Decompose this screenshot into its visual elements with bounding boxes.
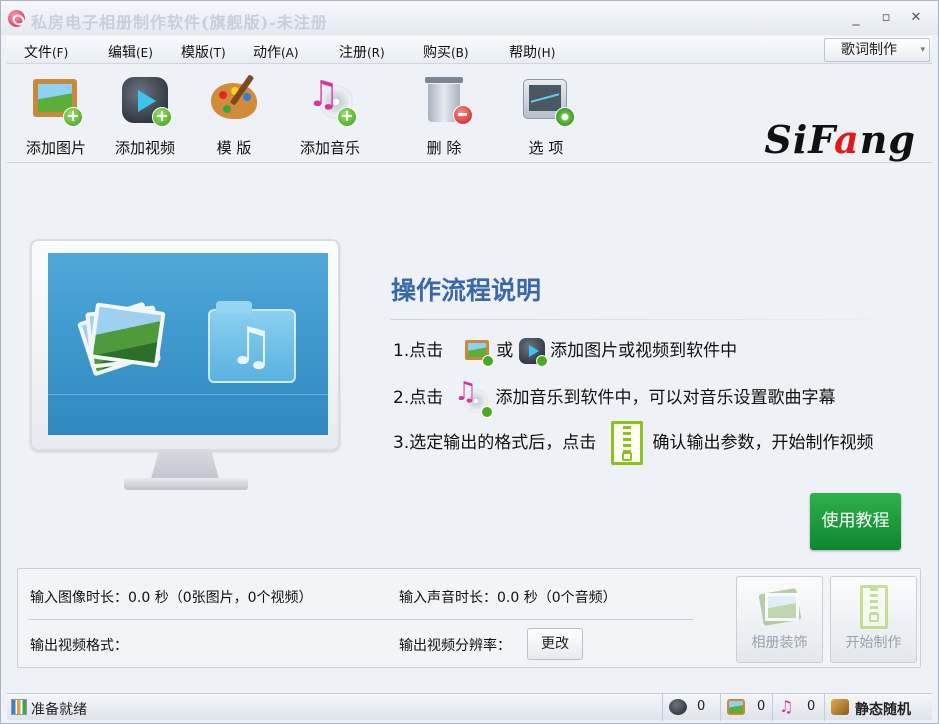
guide-step-1: 1.点击 或 添加图片或视频到软件中 [393,336,737,367]
status-chart-icon [11,699,27,715]
lyric-maker-button[interactable]: 歌词制作 ▾ [824,38,930,62]
image-count-cell: 0 [720,694,772,721]
guide-step-3: 3.选定输出的格式后，点击 确认输出参数，开始制作视频 [393,421,873,465]
audio-duration-label: 输入声音时长：0.0 秒（0个音频） [399,590,617,606]
options-icon [521,75,575,127]
brand-logo: SiFang [764,117,916,162]
menu-register[interactable]: 注册(R) [339,42,385,62]
picture-icon [727,699,745,715]
video-count-cell: 0 [662,694,720,721]
menu-buy[interactable]: 购买(B) [423,42,469,62]
guide-step-2: 2.点击 ♫ 添加音乐到软件中，可以对音乐设置歌曲字幕 [393,377,835,418]
status-bar: 准备就绪 0 0 ♫ 0 静态随机 [7,693,932,721]
music-icon: ♫ [779,697,794,716]
music-folder-icon: ♫ [208,301,296,383]
menu-file[interactable]: 文件(F) [24,42,68,62]
photo-stack-icon [77,301,166,377]
maximize-button[interactable]: ▫ [877,9,895,27]
video-icon [669,699,687,715]
delete-button[interactable]: 删 除 [405,73,483,159]
zip-archive-icon [611,421,644,465]
music-count-cell: ♫ 0 [772,694,824,721]
menu-help[interactable]: 帮助(H) [509,42,555,62]
minimize-button[interactable]: _ [847,9,865,27]
info-divider [28,619,693,620]
album-decorate-button[interactable]: 相册装饰 [736,576,823,663]
add-video-icon [518,338,548,367]
album-decorate-icon [757,585,803,629]
effects-icon [831,699,849,715]
output-resolution-label: 输出视频分辨率： [399,638,511,654]
menu-edit[interactable]: 编辑(E) [108,42,153,62]
trash-icon [419,75,473,125]
add-music-icon: ♫ + [305,75,357,127]
dropdown-arrow-icon: ▾ [920,45,925,55]
add-picture-button[interactable]: + 添加图片 [17,73,95,159]
close-button[interactable]: ✕ [907,9,925,27]
main-window: 私房电子相册制作软件(旗舰版)-未注册 _ ▫ ✕ 文件(F) 编辑(E) 模版… [0,0,939,724]
menu-bar: 文件(F) 编辑(E) 模版(T) 动作(A) 注册(R) 购买(B) 帮助(H… [7,36,932,64]
add-music-button[interactable]: ♫ + 添加音乐 [291,73,369,159]
transition-mode-cell[interactable]: 静态随机 [824,694,932,721]
window-title: 私房电子相册制作软件(旗舰版)-未注册 [31,13,328,32]
status-text: 准备就绪 [31,702,87,718]
app-logo-icon [8,10,25,27]
toolbar: + 添加图片 + 添加视频 模 版 ♫ + 添加音乐 删 除 选 项 SiFan… [7,65,932,163]
title-bar[interactable]: 私房电子相册制作软件(旗舰版)-未注册 _ ▫ ✕ [1,1,938,35]
template-button[interactable]: 模 版 [195,73,273,159]
monitor-stand [151,449,219,479]
monitor-screen: ♫ [48,253,328,435]
guide-divider [391,319,918,320]
output-format-label: 输出视频格式： [30,638,128,654]
add-picture-icon [464,338,494,367]
tutorial-button[interactable]: 使用教程 [810,493,901,550]
image-duration-label: 输入图像时长：0.0 秒（0张图片，0个视频） [30,590,313,606]
palette-icon [209,74,259,125]
add-video-icon: + [120,75,172,127]
menu-template[interactable]: 模版(T) [181,42,226,62]
info-panel: 输入图像时长：0.0 秒（0张图片，0个视频） 输入声音时长：0.0 秒（0个音… [17,568,921,668]
options-button[interactable]: 选 项 [507,73,585,159]
add-music-icon: ♫ [454,377,494,418]
monitor-base [124,478,248,490]
add-video-button[interactable]: + 添加视频 [106,73,184,159]
start-making-button[interactable]: 开始制作 [830,576,917,663]
change-resolution-button[interactable]: 更改 [527,628,583,660]
monitor-illustration: ♫ [30,239,340,451]
add-picture-icon: + [31,75,83,127]
menu-action[interactable]: 动作(A) [253,42,299,62]
guide-title: 操作流程说明 [391,276,542,305]
zip-archive-icon [851,585,897,629]
